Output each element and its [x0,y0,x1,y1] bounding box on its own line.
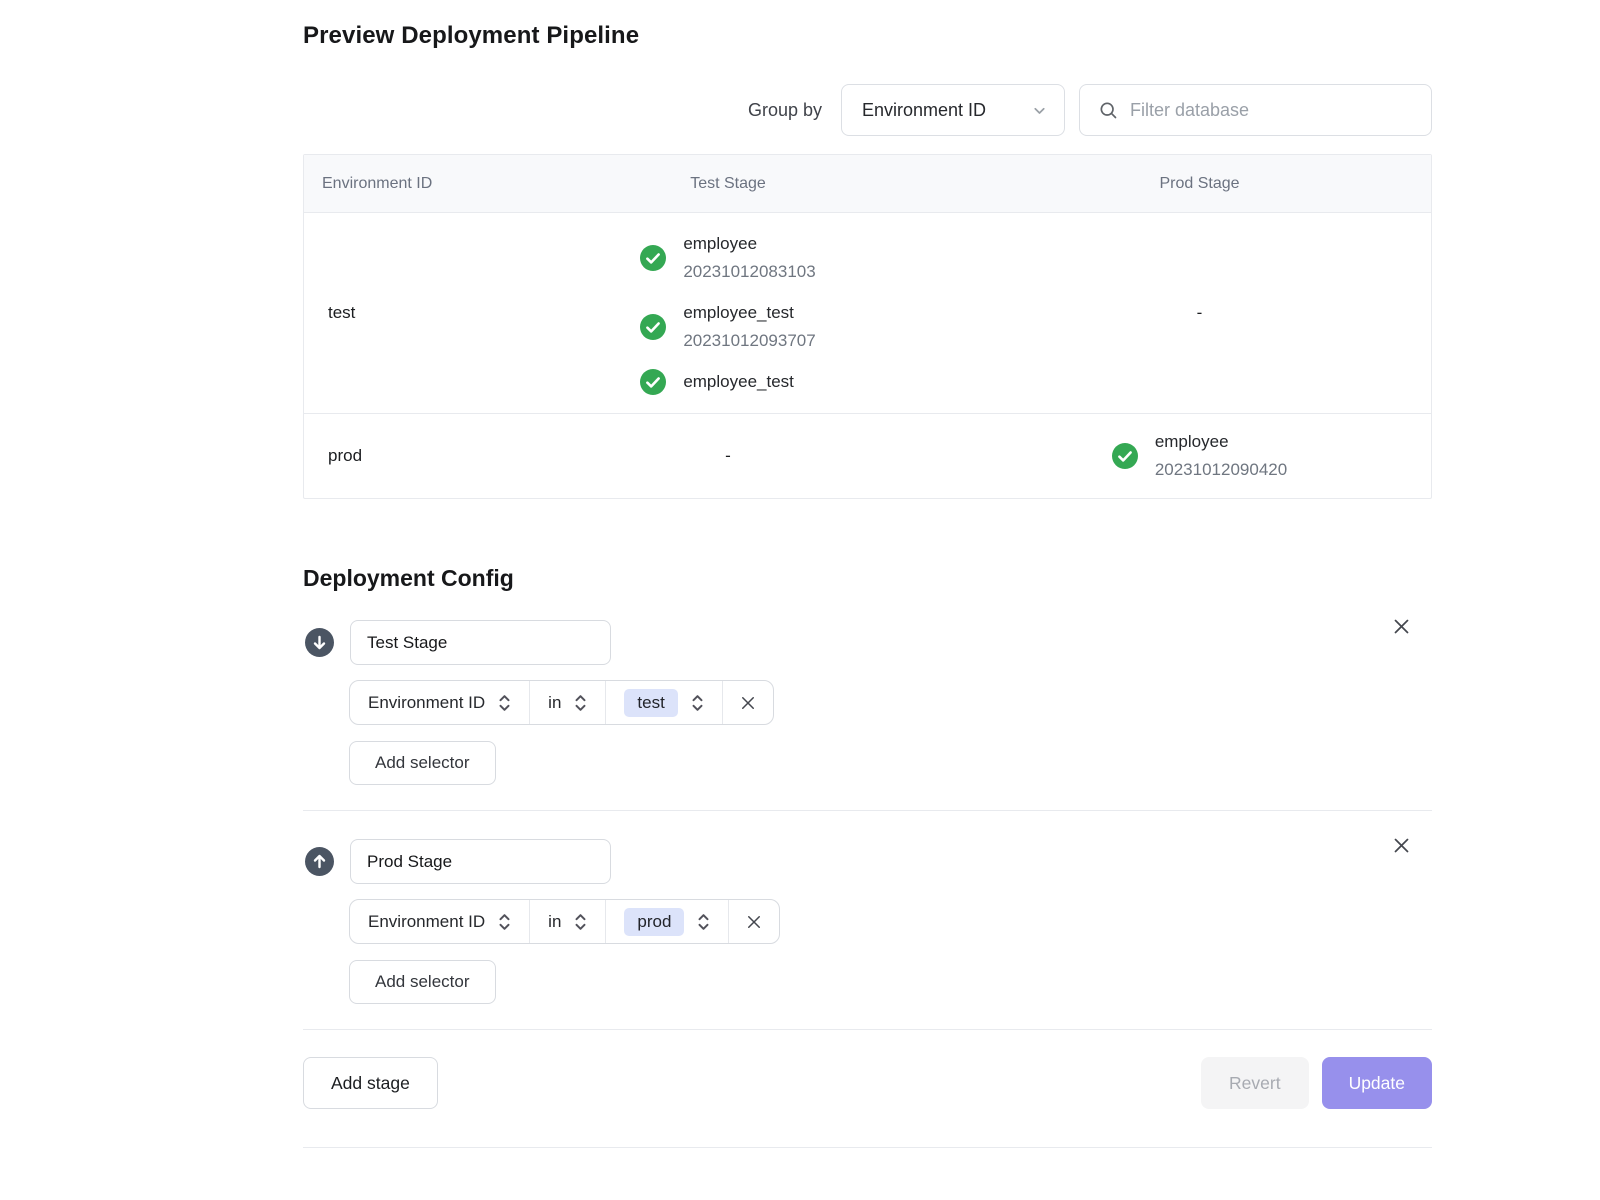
selector-value-badge: prod [624,908,684,936]
deployment-text: employee_test [683,368,794,396]
chevrons-up-down-icon [574,693,587,713]
stage-config-prod: Environment ID in prod Add selector [303,839,1432,1004]
selector-operator-select[interactable]: in [529,900,605,943]
prod-stage-cell-empty: - [968,213,1431,413]
section-divider [303,810,1432,811]
close-icon [744,912,764,932]
search-icon [1098,100,1118,120]
check-circle-icon [640,369,666,395]
selector-values-select[interactable]: prod [605,900,728,943]
chevrons-up-down-icon [498,693,511,713]
remove-selector-button[interactable] [722,681,773,724]
table-row-prod: prod - employee 20231012090420 [304,413,1431,498]
chevrons-up-down-icon [691,693,704,713]
test-stage-cell-empty: - [488,414,968,498]
deployment-text: employee 20231012083103 [683,230,815,286]
pipeline-table: Environment ID Test Stage Prod Stage tes… [303,154,1432,499]
selector-value-badge: test [624,689,677,717]
selector-operator-select[interactable]: in [529,681,605,724]
selector-key-select[interactable]: Environment ID [350,900,529,943]
table-row-test: test employee 20231012083103 [304,213,1431,413]
stage-header [303,620,1432,665]
arrow-down-circle-icon [305,628,334,657]
add-selector-button[interactable]: Add selector [349,741,496,785]
group-by-selected-value: Environment ID [862,100,986,121]
check-circle-icon [1112,443,1138,469]
add-selector-button[interactable]: Add selector [349,960,496,1004]
database-name: employee_test [683,299,815,327]
selector-operator-value: in [548,693,561,713]
stage-header [303,839,1432,884]
environment-cell: prod [304,414,488,498]
remove-selector-button[interactable] [728,900,779,943]
filter-database-box [1079,84,1432,136]
deployment-pipeline-page: Preview Deployment Pipeline Group by Env… [303,0,1432,1148]
remove-stage-button[interactable] [1391,616,1412,637]
selector-key-value: Environment ID [368,912,485,932]
close-icon [738,693,758,713]
column-header-prod-stage: Prod Stage [968,155,1431,212]
database-version: 20231012083103 [683,258,815,286]
move-stage-up-button[interactable] [305,847,334,876]
close-icon [1391,616,1412,637]
database-name: employee [683,230,815,258]
database-name: employee [1155,428,1287,456]
selector-operator-value: in [548,912,561,932]
selector-row: Environment ID in test [349,680,774,725]
bottom-divider [303,1147,1432,1148]
deployment-item: employee_test 20231012093707 [640,299,815,355]
check-circle-icon [640,245,666,271]
move-stage-down-button[interactable] [305,628,334,657]
add-stage-button[interactable]: Add stage [303,1057,438,1109]
chevrons-up-down-icon [498,912,511,932]
environment-cell: test [304,213,488,413]
deployment-text: employee 20231012090420 [1155,428,1287,484]
prod-stage-cell: employee 20231012090420 [968,414,1431,498]
stage-config-test: Environment ID in test Add selector [303,620,1432,785]
remove-stage-button[interactable] [1391,835,1412,856]
deployment-item: employee_test [640,368,794,396]
check-circle-icon [640,314,666,340]
pipeline-table-header: Environment ID Test Stage Prod Stage [304,155,1431,213]
section-divider [303,1029,1432,1030]
update-button[interactable]: Update [1322,1057,1432,1109]
chevrons-up-down-icon [697,912,710,932]
close-icon [1391,835,1412,856]
page-title: Preview Deployment Pipeline [303,22,1432,50]
footer-actions: Add stage Revert Update [303,1057,1432,1109]
database-version: 20231012093707 [683,327,815,355]
column-header-test-stage: Test Stage [488,155,968,212]
deployment-config-title: Deployment Config [303,565,1432,592]
group-by-label: Group by [748,100,822,121]
deployment-list: employee 20231012090420 [1112,428,1287,484]
test-stage-cell: employee 20231012083103 employee_test [488,213,968,413]
deployment-text: employee_test 20231012093707 [683,299,815,355]
selector-key-select[interactable]: Environment ID [350,681,529,724]
deployment-item: employee 20231012083103 [640,230,815,286]
selector-key-value: Environment ID [368,693,485,713]
deployment-item: employee 20231012090420 [1112,428,1287,484]
database-name: employee_test [683,368,794,396]
chevrons-up-down-icon [574,912,587,932]
selector-values-select[interactable]: test [605,681,721,724]
toolbar: Group by Environment ID [303,84,1432,136]
group-by-select[interactable]: Environment ID [841,84,1065,136]
deployment-list: employee 20231012083103 employee_test [640,230,815,396]
selector-row: Environment ID in prod [349,899,780,944]
revert-button[interactable]: Revert [1201,1057,1309,1109]
stage-name-input[interactable] [350,839,611,884]
arrow-up-circle-icon [305,847,334,876]
filter-database-input[interactable] [1130,100,1415,121]
stage-name-input[interactable] [350,620,611,665]
chevron-down-icon [1031,102,1048,119]
database-version: 20231012090420 [1155,456,1287,484]
column-header-environment-id: Environment ID [304,155,488,212]
